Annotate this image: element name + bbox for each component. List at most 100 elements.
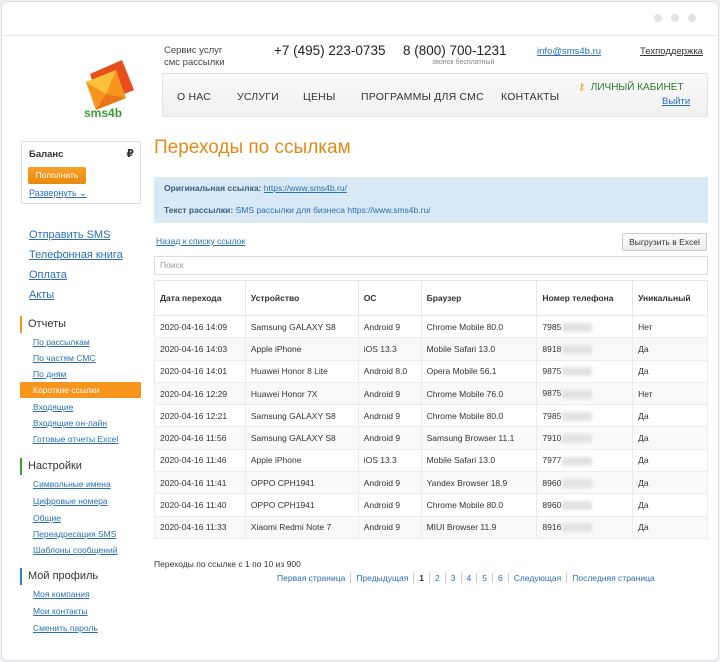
pager-item[interactable]: 5 — [477, 573, 493, 583]
sidebar-report-mailings[interactable]: По рассылкам — [33, 337, 90, 347]
sidebar-phonebook[interactable]: Телефонная книга — [29, 249, 123, 261]
table-cell: Mobile Safari 13.0 — [420, 448, 538, 473]
search-input[interactable]: Поиск — [154, 256, 708, 275]
export-excel-button[interactable]: Выгрузить в Excel — [622, 233, 707, 251]
cell-value: 7985 — [542, 410, 562, 421]
topup-button[interactable]: Пополнить — [28, 167, 86, 184]
window-dot-3[interactable] — [688, 14, 696, 22]
cell-value: 7910 — [542, 433, 562, 443]
col-device[interactable]: Устройство — [244, 280, 359, 316]
nav-contacts[interactable]: КОНТАКТЫ — [501, 91, 559, 103]
logo-text: sms4b — [84, 106, 123, 120]
table-cell: Android 8.0 — [357, 359, 422, 383]
cell-value: Нет — [638, 388, 653, 399]
cell-value: 9875 — [542, 388, 562, 399]
cell-value: Нет — [638, 321, 653, 332]
sidebar-setting-sender-names[interactable]: Символьные имена — [33, 479, 111, 489]
window-dot-1[interactable] — [654, 14, 662, 22]
pager-item[interactable]: 2 — [430, 573, 446, 583]
sidebar-profile-password[interactable]: Сменить пароль — [33, 623, 98, 633]
table-cell: Нет — [632, 314, 708, 339]
pager-item[interactable]: 6 — [493, 573, 509, 583]
cell-value: Да — [638, 477, 649, 488]
table-row: 2020-04-16 11:33 Xiaomi Redmi Note 7 Andro… — [154, 515, 708, 539]
sidebar-report-sms-parts[interactable]: По частям СМС — [33, 353, 96, 363]
cell-value: Android 8.0 — [363, 366, 408, 377]
col-os[interactable]: ОС — [357, 280, 422, 316]
cell-value: 8960 — [542, 499, 562, 510]
cell-value: Да — [638, 455, 649, 466]
table-cell: Да — [632, 448, 708, 473]
window-titlebar — [2, 2, 718, 36]
pager-item[interactable]: Следующая — [509, 573, 568, 583]
table-cell: 7977 — [536, 448, 634, 473]
col-unique[interactable]: Уникальный — [632, 280, 708, 316]
window-dot-2[interactable] — [671, 14, 679, 22]
table-cell: Apple iPhone — [244, 337, 359, 361]
table-cell: Да — [632, 359, 708, 383]
sidebar-report-short-links[interactable]: Короткие ссылки — [20, 382, 141, 398]
email-link[interactable]: info@sms4b.ru — [537, 46, 601, 58]
sidebar-acts[interactable]: Акты — [29, 289, 54, 301]
sidebar-payment[interactable]: Оплата — [29, 269, 67, 281]
table-cell: 2020-04-16 11:46 — [154, 448, 246, 473]
nav-prices[interactable]: ЦЕНЫ — [303, 91, 335, 103]
sidebar-reports-title: Отчеты — [20, 316, 66, 333]
sidebar-report-excel[interactable]: Готовые отчеты Excel — [33, 434, 118, 444]
sidebar-profile-contacts[interactable]: Мои контакты — [33, 606, 88, 616]
pager-item[interactable]: Первая страница — [272, 573, 352, 583]
cell-value: 7977 — [542, 455, 562, 466]
table-cell: 7910 — [536, 426, 634, 450]
col-browser[interactable]: Браузер — [420, 280, 538, 316]
cell-value: 8916 — [542, 522, 562, 533]
cell-value: 2020-04-16 14:01 — [160, 366, 228, 377]
table-cell: 2020-04-16 11:41 — [154, 471, 246, 495]
table-cell: Android 9 — [357, 515, 422, 539]
pager-item[interactable]: Последняя страница — [567, 573, 659, 583]
col-phone[interactable]: Номер телефона — [536, 280, 634, 316]
phone-masked — [562, 389, 593, 399]
main-nav: О НАС УСЛУГИ ЦЕНЫ ПРОГРАММЫ ДЛЯ СМС КОНТ… — [162, 73, 708, 117]
phone-masked — [562, 345, 593, 355]
cell-value: Yandex Browser 18.9 — [426, 477, 508, 488]
table-cell: Android 9 — [357, 471, 422, 495]
cell-value: 7985 — [542, 321, 562, 332]
original-link-row: Оригинальная ссылка: https://www.sms4b.r… — [164, 183, 347, 193]
nav-services[interactable]: УСЛУГИ — [237, 91, 279, 103]
nav-programs[interactable]: ПРОГРАММЫ ДЛЯ СМС — [361, 91, 484, 103]
sidebar-setting-forwarding[interactable]: Переадресация SMS — [33, 529, 116, 539]
expand-link[interactable]: Развернуть ⌄ — [29, 188, 87, 199]
cell-value: Samsung GALAXY S8 — [250, 321, 336, 332]
cell-value: OPPO CPH1941 — [250, 477, 315, 488]
sidebar-send-sms[interactable]: Отправить SMS — [29, 229, 110, 241]
col-date[interactable]: Дата перехода — [154, 280, 246, 316]
table-cell: Да — [632, 471, 708, 495]
cell-value: Chrome Mobile 80.0 — [426, 321, 504, 332]
sidebar-report-incoming-online[interactable]: Входящие он-лайн — [33, 418, 107, 428]
chevron-down-icon: ⌄ — [76, 188, 87, 198]
support-link[interactable]: Техподдержка — [640, 46, 703, 58]
sidebar-report-incoming[interactable]: Входящие — [33, 402, 73, 412]
cell-value: Samsung GALAXY S8 — [250, 433, 336, 444]
pager-item[interactable]: 4 — [462, 573, 478, 583]
cell-value: Xiaomi Redmi Note 7 — [250, 522, 332, 533]
sidebar-report-days[interactable]: По дням — [33, 369, 66, 379]
sidebar-setting-templates[interactable]: Шаблоны сообщений — [33, 545, 117, 555]
table-cell: 8916 — [536, 515, 634, 539]
sidebar-profile-company[interactable]: Моя компания — [33, 589, 90, 599]
key-icon: ⚷ — [578, 82, 586, 93]
sidebar-setting-numbers[interactable]: Цифровые номера — [33, 496, 108, 506]
cabinet-link[interactable]: ⚷ ЛИЧНЫЙ КАБИНЕТ — [578, 82, 683, 93]
nav-about[interactable]: О НАС — [177, 91, 211, 103]
pager-item[interactable]: Предыдущая — [351, 573, 415, 583]
cell-value: Android 9 — [363, 522, 401, 533]
table-cell: 2020-04-16 11:56 — [154, 426, 246, 450]
cell-value: Да — [638, 410, 649, 421]
pager-item[interactable]: 3 — [446, 573, 462, 583]
phone-masked — [562, 322, 593, 332]
sidebar-setting-general[interactable]: Общие — [33, 513, 61, 523]
cell-value: 2020-04-16 12:21 — [160, 410, 228, 421]
logout-link[interactable]: Выйти — [662, 96, 690, 107]
original-link-url[interactable]: https://www.sms4b.ru/ — [264, 183, 347, 193]
back-to-links[interactable]: Назад к списку ссылок — [156, 236, 245, 246]
